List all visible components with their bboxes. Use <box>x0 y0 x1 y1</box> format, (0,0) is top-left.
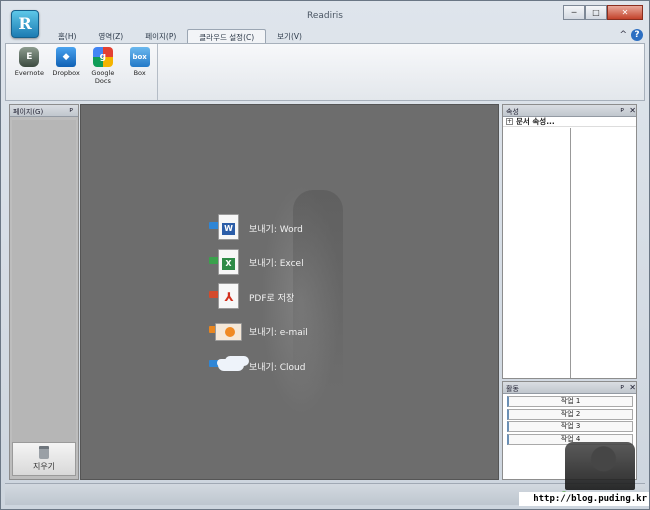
document-properties-row[interactable]: + 문서 속성... <box>503 117 636 127</box>
collapse-ribbon-icon[interactable]: ^ <box>619 30 627 40</box>
evernote-button[interactable]: E Evernote <box>12 47 47 100</box>
pages-pane: 페이지(G) ᴘ 지우기 <box>9 104 79 480</box>
watermark-text: http://blog.puding.kr <box>519 492 649 506</box>
expand-icon[interactable]: + <box>506 118 513 125</box>
job-item[interactable]: 작업 3 <box>507 421 633 432</box>
evernote-label: Evernote <box>14 69 44 77</box>
activity-pane-title: 활동 <box>506 385 519 393</box>
properties-pane-title: 속성 <box>506 108 519 116</box>
send-to-excel-label: 보내기: Excel <box>249 259 304 270</box>
activity-pane-header: 활동 ᴘ ✕ <box>503 382 636 394</box>
title-bar: Readiris ─ □ ✕ <box>1 1 649 27</box>
box-label: Box <box>133 69 146 77</box>
evernote-icon: E <box>19 47 40 67</box>
google-docs-button[interactable]: g Google Docs <box>86 47 121 100</box>
ribbon-tabs: 홈(H) 영역(Z) 페이지(P) 클라우드 설정(C) 보기(V) <box>47 29 313 43</box>
pin-icon[interactable]: ᴘ <box>69 106 73 114</box>
dropbox-label: Dropbox <box>52 69 80 77</box>
document-canvas[interactable]: W 보내기: Word X 보내기: Excel ⅄ PDF로 저장 보내기: … <box>80 104 499 480</box>
minimize-button[interactable]: ─ <box>563 5 585 20</box>
help-icon[interactable]: ? <box>631 29 643 41</box>
pin-icon[interactable]: ᴘ <box>620 383 624 391</box>
window-title: Readiris <box>306 11 343 21</box>
save-as-pdf-action[interactable]: ⅄ PDF로 저장 <box>209 280 308 315</box>
close-icon[interactable]: ✕ <box>629 383 636 392</box>
window-controls: ─ □ ✕ <box>563 5 643 20</box>
excel-icon: X <box>209 248 243 277</box>
tab-cloud-settings[interactable]: 클라우드 설정(C) <box>187 29 267 43</box>
tab-view[interactable]: 보기(V) <box>266 29 313 43</box>
app-menu-icon[interactable]: R <box>11 10 39 38</box>
send-to-email-label: 보내기: e-mail <box>249 328 308 339</box>
cloud-services-group: E Evernote ◆ Dropbox g Google Docs box B… <box>6 44 158 100</box>
job-list: 작업 1 작업 2 작업 3 작업 4 <box>503 394 636 445</box>
box-icon: box <box>129 47 150 67</box>
mail-icon <box>209 318 243 346</box>
watermark-photo <box>565 442 635 490</box>
dropbox-icon: ◆ <box>56 47 77 67</box>
document-properties-label: 문서 속성... <box>516 117 555 126</box>
trash-icon <box>39 446 49 459</box>
cloud-icon <box>209 352 244 380</box>
send-to-email-action[interactable]: 보내기: e-mail <box>209 315 308 350</box>
app-window: Readiris ─ □ ✕ R 홈(H) 영역(Z) 페이지(P) 클라우드 … <box>0 0 650 510</box>
tab-home[interactable]: 홈(H) <box>47 29 87 43</box>
job-item[interactable]: 작업 1 <box>507 396 633 407</box>
delete-button[interactable]: 지우기 <box>12 442 76 476</box>
help-controls: ^ ? <box>619 29 643 41</box>
column-divider[interactable] <box>570 128 571 378</box>
delete-label: 지우기 <box>32 462 56 471</box>
pdf-icon: ⅄ <box>209 283 243 311</box>
dropbox-button[interactable]: ◆ Dropbox <box>49 47 84 100</box>
google-docs-label: Google Docs <box>91 69 115 85</box>
pin-icon[interactable]: ᴘ <box>620 106 624 114</box>
send-to-word-action[interactable]: W 보내기: Word <box>209 211 308 246</box>
quick-actions: W 보내기: Word X 보내기: Excel ⅄ PDF로 저장 보내기: … <box>209 211 308 384</box>
send-to-cloud-action[interactable]: 보내기: Cloud <box>209 349 308 384</box>
pages-pane-title: 페이지(G) <box>13 108 44 116</box>
google-docs-icon: g <box>92 47 113 67</box>
tab-pages[interactable]: 페이지(P) <box>134 29 187 43</box>
send-to-cloud-label: 보내기: Cloud <box>249 362 306 373</box>
send-to-word-label: 보내기: Word <box>249 224 303 235</box>
box-button[interactable]: box Box <box>122 47 157 100</box>
maximize-button[interactable]: □ <box>585 5 607 20</box>
save-as-pdf-label: PDF로 저장 <box>249 293 295 304</box>
tab-zones[interactable]: 영역(Z) <box>87 29 134 43</box>
properties-grid <box>503 128 636 378</box>
job-item[interactable]: 작업 2 <box>507 408 633 420</box>
ribbon: E Evernote ◆ Dropbox g Google Docs box B… <box>5 43 645 101</box>
page-thumbnails[interactable] <box>12 120 76 442</box>
properties-pane-header: 속성 ᴘ ✕ <box>503 105 636 117</box>
pages-pane-header: 페이지(G) ᴘ <box>10 105 78 117</box>
properties-pane: 속성 ᴘ ✕ + 문서 속성... <box>502 104 637 379</box>
close-button[interactable]: ✕ <box>607 5 643 20</box>
close-icon[interactable]: ✕ <box>629 106 636 115</box>
send-to-excel-action[interactable]: X 보내기: Excel <box>209 246 308 281</box>
word-icon: W <box>209 214 243 242</box>
